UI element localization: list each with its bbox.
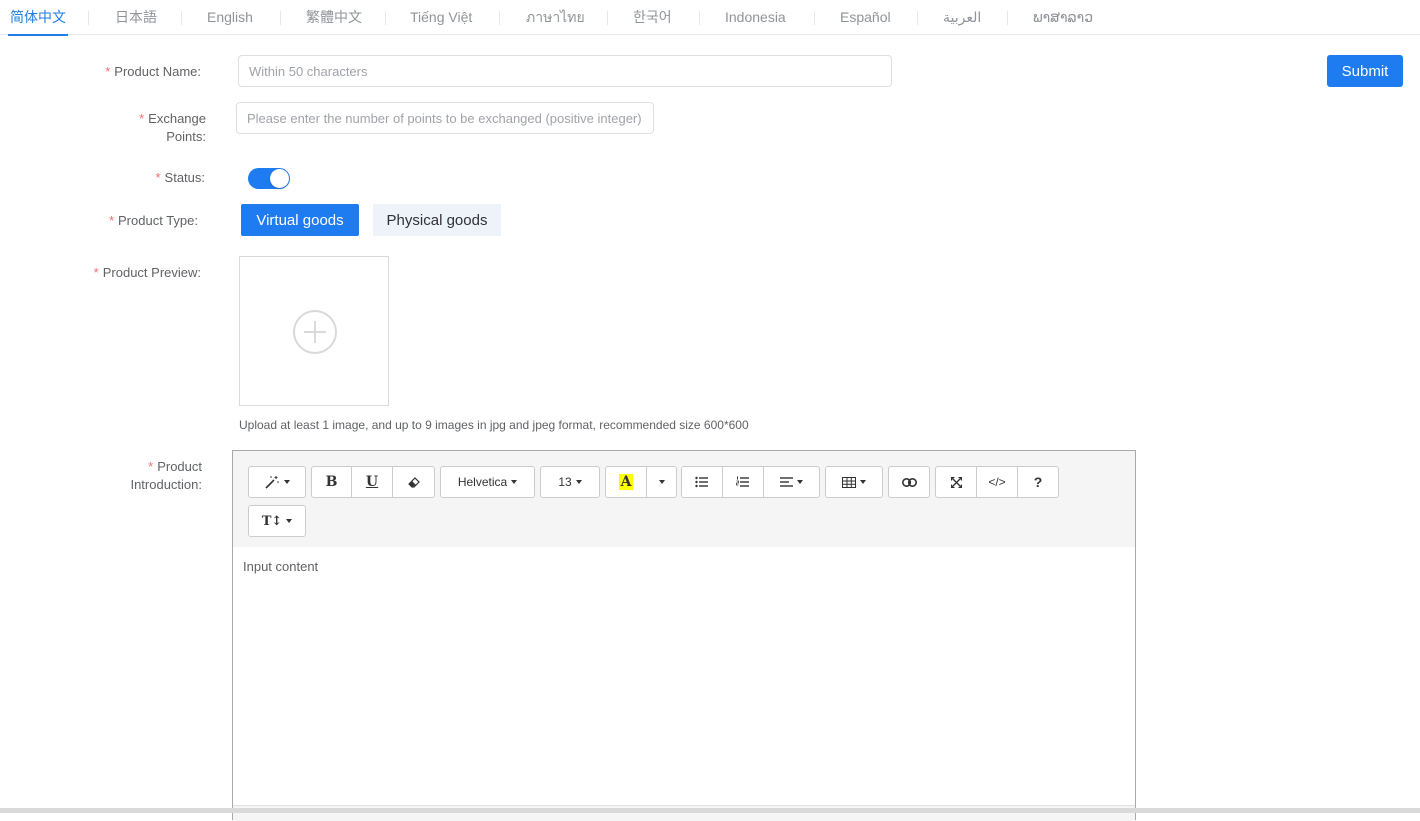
tab-separator bbox=[499, 11, 500, 25]
caret-down-icon bbox=[575, 480, 582, 484]
tab-separator bbox=[88, 11, 89, 25]
virtual-goods-button[interactable]: Virtual goods bbox=[241, 204, 359, 236]
color-dropdown-button[interactable] bbox=[646, 466, 677, 498]
required-mark: * bbox=[108, 213, 115, 228]
help-button[interactable]: ? bbox=[1017, 466, 1059, 498]
tab-japanese[interactable]: 日本語 bbox=[115, 0, 157, 35]
font-family-value: Helvetica bbox=[457, 475, 508, 489]
product-name-input[interactable] bbox=[238, 55, 892, 87]
code-view-button[interactable]: </> bbox=[976, 466, 1018, 498]
tab-separator bbox=[699, 11, 700, 25]
submit-button[interactable]: Submit bbox=[1327, 55, 1403, 87]
tab-thai[interactable]: ภาษาไทย bbox=[526, 0, 585, 35]
exchange-points-input[interactable] bbox=[236, 102, 654, 134]
caret-down-icon bbox=[658, 480, 665, 484]
tab-simplified-chinese[interactable]: 简体中文 bbox=[8, 0, 68, 36]
plus-circle-icon bbox=[293, 310, 337, 354]
product-introduction-label: * Product Introduction: bbox=[130, 458, 202, 494]
caret-down-icon bbox=[284, 480, 290, 484]
align-left-icon bbox=[780, 477, 793, 487]
highlight-icon: A bbox=[618, 474, 634, 490]
tab-separator bbox=[814, 11, 815, 25]
required-mark: * bbox=[93, 265, 99, 280]
fullscreen-icon bbox=[950, 476, 962, 488]
eraser-icon bbox=[407, 477, 420, 488]
product-preview-label-text: Product Preview: bbox=[102, 265, 201, 280]
tab-separator bbox=[385, 11, 386, 25]
tab-vietnamese[interactable]: Tiếng Việt bbox=[410, 0, 472, 35]
tab-korean[interactable]: 한국어 bbox=[633, 0, 672, 35]
product-name-label-text: Product Name: bbox=[114, 64, 201, 79]
product-type-label: * Product Type: bbox=[109, 212, 198, 230]
required-mark: * bbox=[105, 64, 111, 79]
physical-goods-button[interactable]: Physical goods bbox=[373, 204, 501, 236]
product-name-label: * Product Name: bbox=[105, 63, 201, 81]
font-size-dropdown[interactable]: 13 bbox=[540, 466, 600, 498]
magic-style-button[interactable] bbox=[248, 466, 306, 498]
required-mark: * bbox=[155, 170, 161, 185]
product-introduction-label-line1: Product bbox=[157, 459, 202, 474]
highlight-color-button[interactable]: A bbox=[605, 466, 647, 498]
font-size-value: 13 bbox=[558, 475, 572, 489]
tab-separator bbox=[917, 11, 918, 25]
exchange-points-label-line1: Exchange bbox=[148, 111, 206, 126]
tab-traditional-chinese[interactable]: 繁體中文 bbox=[306, 0, 362, 35]
insert-link-button[interactable] bbox=[888, 466, 930, 498]
line-height-dropdown[interactable]: T↕ bbox=[248, 505, 306, 537]
exchange-points-label: * Exchange Points: bbox=[139, 110, 206, 146]
switch-knob bbox=[270, 169, 289, 188]
caret-down-icon bbox=[286, 519, 293, 523]
tab-separator bbox=[280, 11, 281, 25]
upload-hint: Upload at least 1 image, and up to 9 ima… bbox=[239, 418, 749, 432]
status-label: * Status: bbox=[155, 169, 205, 187]
editor-toolbar: B U Helvetica 13 A </> ? T↕ bbox=[233, 451, 1135, 547]
magic-wand-icon bbox=[265, 476, 279, 489]
bold-icon: B bbox=[325, 474, 338, 490]
status-label-text: Status: bbox=[164, 170, 205, 185]
bold-button[interactable]: B bbox=[311, 466, 352, 498]
caret-down-icon bbox=[797, 480, 803, 484]
text-height-icon: T↕ bbox=[261, 513, 283, 529]
tab-english[interactable]: English bbox=[207, 0, 253, 35]
unordered-list-button[interactable] bbox=[681, 466, 723, 498]
caret-down-icon bbox=[860, 480, 866, 484]
table-icon bbox=[842, 476, 856, 488]
bullet-list-icon bbox=[695, 476, 708, 488]
tab-indonesian[interactable]: Indonesia bbox=[725, 0, 786, 35]
caret-down-icon bbox=[511, 480, 518, 484]
underline-icon: U bbox=[365, 474, 379, 490]
tab-separator bbox=[1007, 11, 1008, 25]
tab-separator bbox=[607, 11, 608, 25]
language-tabs: 简体中文 日本語 English 繁體中文 Tiếng Việt ภาษาไทย… bbox=[0, 0, 1420, 36]
tab-spanish[interactable]: Español bbox=[840, 0, 891, 35]
tab-arabic[interactable]: العربية bbox=[943, 0, 981, 35]
required-mark: * bbox=[148, 459, 154, 474]
tab-separator bbox=[181, 11, 182, 25]
image-upload-area[interactable] bbox=[239, 256, 389, 406]
code-icon: </> bbox=[988, 475, 1006, 489]
tab-lao[interactable]: ພາສາລາວ bbox=[1033, 0, 1093, 35]
help-icon: ? bbox=[1033, 474, 1043, 490]
font-family-dropdown[interactable]: Helvetica bbox=[440, 466, 535, 498]
required-mark: * bbox=[139, 111, 145, 126]
underline-button[interactable]: U bbox=[351, 466, 393, 498]
ordered-list-button[interactable] bbox=[722, 466, 764, 498]
link-icon bbox=[901, 477, 917, 487]
numbered-list-icon bbox=[736, 476, 749, 487]
bottom-scrollbar[interactable] bbox=[0, 808, 1420, 813]
exchange-points-label-line2: Points: bbox=[166, 129, 206, 144]
editor-content-area[interactable]: Input content bbox=[243, 559, 318, 574]
fullscreen-button[interactable] bbox=[935, 466, 977, 498]
product-introduction-label-line2: Introduction: bbox=[130, 477, 202, 492]
align-dropdown[interactable] bbox=[763, 466, 820, 498]
product-type-label-text: Product Type: bbox=[118, 213, 198, 228]
product-preview-label: * Product Preview: bbox=[94, 264, 201, 282]
table-dropdown[interactable] bbox=[825, 466, 883, 498]
rich-text-editor: B U Helvetica 13 A </> ? T↕ Input conten… bbox=[232, 450, 1136, 821]
status-switch[interactable] bbox=[248, 168, 290, 189]
clear-format-button[interactable] bbox=[392, 466, 435, 498]
